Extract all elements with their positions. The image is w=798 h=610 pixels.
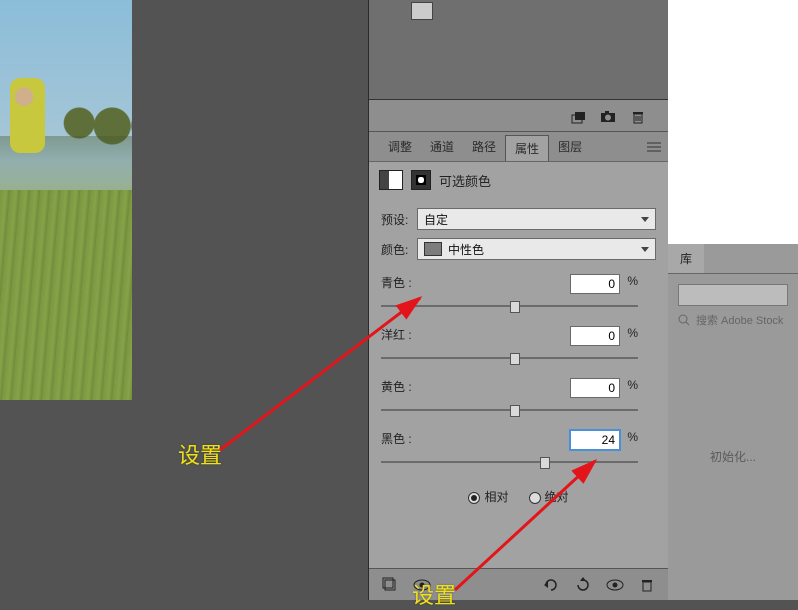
adjustment-title: 可选颜色: [439, 171, 491, 190]
libraries-panel: 库 搜索 Adobe Stock 初始化...: [668, 244, 798, 600]
stock-search-row[interactable]: 搜索 Adobe Stock: [678, 312, 788, 328]
tab-properties[interactable]: 属性: [505, 135, 549, 161]
properties-footer: [369, 568, 668, 600]
cyan-unit: %: [627, 274, 638, 288]
color-value: 中性色: [448, 241, 484, 258]
previous-state-icon[interactable]: [540, 576, 562, 594]
reset-icon[interactable]: [572, 576, 594, 594]
preset-dropdown[interactable]: 自定: [417, 208, 656, 230]
upper-panel-area: [369, 0, 668, 100]
magenta-unit: %: [627, 326, 638, 340]
mask-icon[interactable]: [411, 170, 431, 190]
new-adjustment-icon[interactable]: [570, 109, 586, 123]
adjustment-type-icon[interactable]: [379, 170, 403, 190]
canvas-area: [0, 0, 330, 600]
document-preview[interactable]: [0, 0, 132, 400]
black-slider[interactable]: [381, 455, 638, 469]
panel-tabs: 调整 通道 路径 属性 图层: [369, 132, 668, 162]
yellow-input[interactable]: [570, 378, 620, 398]
tab-paths[interactable]: 路径: [463, 132, 505, 161]
black-input[interactable]: [570, 430, 620, 450]
magenta-input[interactable]: [570, 326, 620, 346]
yellow-label: 黄色 :: [381, 378, 441, 395]
preset-label: 预设:: [381, 211, 417, 228]
search-icon: [678, 314, 690, 326]
cyan-input[interactable]: [570, 274, 620, 294]
footer-visibility-icon[interactable]: [604, 576, 626, 594]
cyan-slider[interactable]: [381, 299, 638, 313]
tab-adjustments[interactable]: 调整: [379, 132, 421, 161]
magenta-label: 洋红 :: [381, 326, 441, 343]
absolute-radio[interactable]: 绝对: [529, 488, 569, 505]
visibility-icon[interactable]: [411, 576, 433, 594]
properties-body: 预设: 自定 颜色: 中性色 青色 : % 洋红 :: [369, 198, 668, 600]
right-doc-whitespace: [668, 0, 798, 244]
color-dropdown[interactable]: 中性色: [417, 238, 656, 260]
relative-radio[interactable]: 相对: [468, 488, 508, 505]
method-radio-group: 相对 绝对: [381, 488, 656, 505]
tab-channels[interactable]: 通道: [421, 132, 463, 161]
library-init-text: 初始化...: [678, 448, 788, 465]
trash-icon[interactable]: [630, 109, 646, 123]
yellow-unit: %: [627, 378, 638, 392]
right-panel-area: 库 搜索 Adobe Stock 初始化...: [668, 0, 798, 600]
footer-trash-icon[interactable]: [636, 576, 658, 594]
camera-icon[interactable]: [600, 109, 616, 123]
properties-panel-stack: 调整 通道 路径 属性 图层 可选颜色 预设: 自定 颜色: 中性色: [368, 0, 668, 600]
tab-library[interactable]: 库: [668, 244, 704, 273]
relative-label: 相对: [484, 490, 508, 504]
clip-to-layer-icon[interactable]: [379, 576, 401, 594]
cyan-label: 青色 :: [381, 274, 441, 291]
black-unit: %: [627, 430, 638, 444]
color-label: 颜色:: [381, 241, 417, 258]
panel-menu-icon[interactable]: [640, 132, 668, 161]
color-swatch: [424, 242, 442, 256]
library-selector-dropdown[interactable]: [678, 284, 788, 306]
black-label: 黑色 :: [381, 430, 441, 447]
magenta-slider[interactable]: [381, 351, 638, 365]
stock-search-placeholder: 搜索 Adobe Stock: [696, 312, 783, 328]
yellow-slider[interactable]: [381, 403, 638, 417]
adjustment-header: 可选颜色: [369, 162, 668, 198]
panel-toolbar: [369, 100, 668, 132]
absolute-label: 绝对: [545, 490, 569, 504]
layer-thumbnail[interactable]: [411, 2, 433, 20]
preset-value: 自定: [424, 211, 448, 228]
tab-layers[interactable]: 图层: [549, 132, 591, 161]
